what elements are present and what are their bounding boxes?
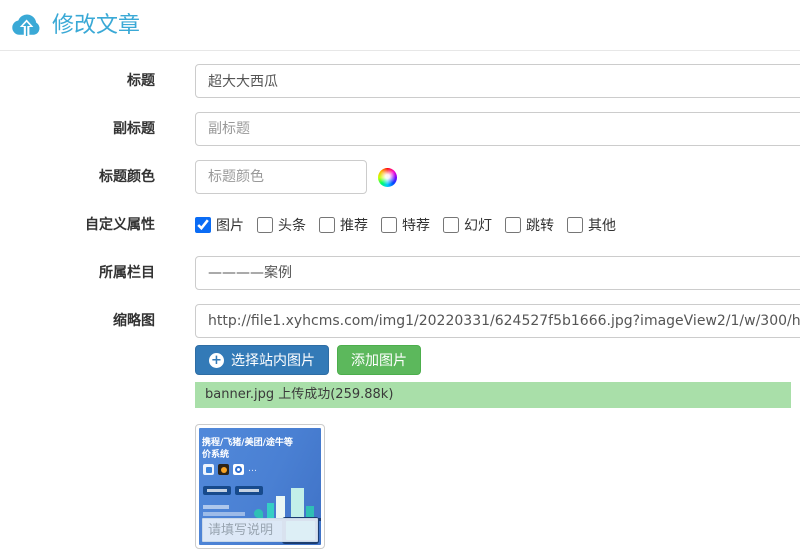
title-color-input[interactable] — [195, 160, 367, 194]
attributes-field-row: 自定义属性 图片 头条 推荐 — [0, 208, 800, 242]
page-title: 修改文章 — [52, 11, 140, 41]
select-site-image-button[interactable]: 选择站内图片 — [195, 345, 329, 375]
banner-building — [267, 503, 274, 518]
attr-checkbox-jump[interactable]: 跳转 — [505, 215, 554, 235]
attr-checkbox-headline-input[interactable] — [257, 217, 273, 233]
attr-checkbox-recommended[interactable]: 推荐 — [319, 215, 368, 235]
attr-checkbox-recommended-label: 推荐 — [340, 215, 368, 235]
page-header: 修改文章 — [0, 0, 800, 50]
title-color-field-row: 标题颜色 — [0, 160, 800, 194]
uploaded-image-preview[interactable]: 携程/飞猪/美团/途牛等 价系统 … — [195, 424, 325, 549]
attr-checkbox-other[interactable]: 其他 — [567, 215, 616, 235]
header-divider — [0, 50, 800, 51]
banner-building — [276, 496, 285, 518]
category-label: 所属栏目 — [0, 256, 180, 290]
attr-checkbox-jump-input[interactable] — [505, 217, 521, 233]
upload-success-message: banner.jpg 上传成功(259.88k) — [195, 382, 791, 408]
add-image-button[interactable]: 添加图片 — [337, 345, 421, 375]
add-image-button-label: 添加图片 — [351, 350, 407, 370]
banner-app-icons: … — [203, 464, 257, 475]
title-label: 标题 — [0, 64, 180, 98]
title-input[interactable] — [195, 64, 800, 98]
cloud-upload-icon — [10, 11, 43, 41]
attr-checkbox-special-label: 特荐 — [402, 215, 430, 235]
banner-text-line2: 价系统 — [202, 447, 229, 460]
thumbnail-url-input[interactable] — [195, 304, 800, 338]
attr-checkbox-image[interactable]: 图片 — [195, 215, 244, 235]
banner-tiny-text-2 — [203, 512, 245, 516]
banner-small-button-2 — [235, 486, 263, 495]
banner-image-thumbnail: 携程/飞猪/美团/途牛等 价系统 … — [199, 428, 321, 545]
attr-checkbox-other-label: 其他 — [588, 215, 616, 235]
thumbnail-field-row: 缩略图 选择站内图片 添加图片 banner.jpg 上传成功(259.88k)… — [0, 304, 800, 549]
edit-article-page: 修改文章 标题 副标题 标题颜色 自定义属性 — [0, 0, 800, 549]
attr-checkbox-slideshow[interactable]: 幻灯 — [443, 215, 492, 235]
attr-checkbox-headline-label: 头条 — [278, 215, 306, 235]
image-caption-input[interactable] — [202, 518, 318, 542]
color-wheel-icon[interactable] — [378, 168, 397, 187]
banner-app-icon-1 — [203, 464, 214, 475]
attr-checkbox-image-input[interactable] — [195, 217, 211, 233]
attr-checkbox-recommended-input[interactable] — [319, 217, 335, 233]
banner-small-buttons — [203, 486, 263, 495]
banner-more-dots: … — [248, 464, 257, 475]
title-field-row: 标题 — [0, 64, 800, 98]
plus-circle-icon — [209, 353, 224, 368]
select-site-image-button-label: 选择站内图片 — [231, 350, 315, 370]
banner-building — [291, 488, 304, 518]
article-form: 标题 副标题 标题颜色 自定义属性 — [0, 64, 800, 549]
attributes-checkbox-list: 图片 头条 推荐 特荐 — [195, 208, 800, 242]
subtitle-label: 副标题 — [0, 112, 180, 146]
banner-small-button-1 — [203, 486, 231, 495]
attr-checkbox-image-label: 图片 — [216, 215, 244, 235]
title-color-label: 标题颜色 — [0, 160, 180, 194]
attr-checkbox-headline[interactable]: 头条 — [257, 215, 306, 235]
subtitle-input[interactable] — [195, 112, 800, 146]
attr-checkbox-special-input[interactable] — [381, 217, 397, 233]
banner-app-icon-2 — [218, 464, 229, 475]
attr-checkbox-special[interactable]: 特荐 — [381, 215, 430, 235]
subtitle-field-row: 副标题 — [0, 112, 800, 146]
attr-checkbox-jump-label: 跳转 — [526, 215, 554, 235]
category-field-row: 所属栏目 ————案例 — [0, 256, 800, 290]
attr-checkbox-slideshow-label: 幻灯 — [464, 215, 492, 235]
banner-palm-tree — [254, 509, 263, 518]
attributes-label: 自定义属性 — [0, 208, 180, 242]
attr-checkbox-slideshow-input[interactable] — [443, 217, 459, 233]
banner-tiny-text-1 — [203, 505, 229, 509]
category-select[interactable]: ————案例 — [195, 256, 800, 290]
thumbnail-label: 缩略图 — [0, 304, 180, 549]
thumbnail-buttons-row: 选择站内图片 添加图片 — [195, 345, 800, 375]
banner-app-icon-3 — [233, 464, 244, 475]
attr-checkbox-other-input[interactable] — [567, 217, 583, 233]
